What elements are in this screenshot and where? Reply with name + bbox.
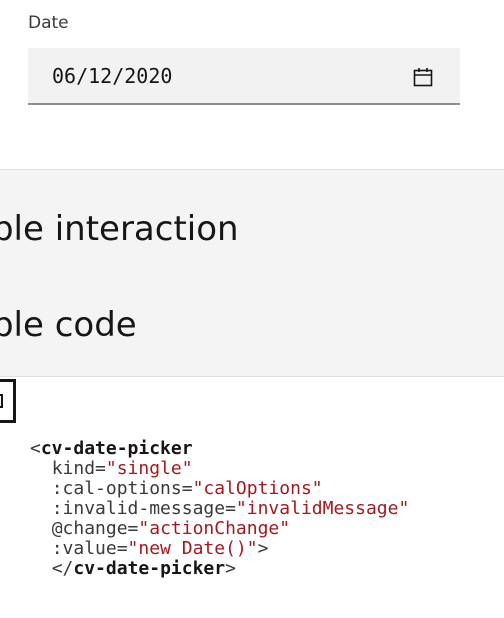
code-val-value: "new Date()" [127,538,258,559]
sample-band: ample interaction ample code [0,169,504,377]
code-attr-change: @change= [51,518,139,539]
page: Date ample interaction ample code <cv-da… [0,0,504,618]
code-val-change: "actionChange" [138,518,291,539]
sample-interaction-heading: ample interaction [0,209,239,249]
copy-icon [0,394,3,408]
code-snippet: <cv-date-picker kind="single" :cal-optio… [0,377,504,618]
code-gt: > [257,538,269,559]
sample-code-heading: ample code [0,305,137,345]
code-block: <cv-date-picker kind="single" :cal-optio… [30,439,409,579]
calendar-icon[interactable] [412,66,434,88]
code-val-invalid-message: "invalidMessage" [235,498,410,519]
date-picker-section: Date [0,0,504,169]
code-attr-cal-options: :cal-options= [51,478,193,499]
date-label: Date [28,13,69,33]
code-val-kind: "single" [105,458,193,479]
code-attr-kind: kind= [51,458,106,479]
code-tag-name: cv-date-picker [40,438,193,459]
code-open-bracket: < [30,438,41,459]
date-field[interactable] [28,48,460,105]
copy-button[interactable] [0,379,16,423]
code-val-cal-options: "calOptions" [192,478,323,499]
code-close-gt: > [225,558,236,579]
code-attr-invalid-message: :invalid-message= [51,498,236,519]
code-close-bracket: </ [51,558,74,579]
date-input[interactable] [28,48,408,103]
code-attr-value: :value= [51,538,128,559]
code-close-tag-name: cv-date-picker [73,558,226,579]
